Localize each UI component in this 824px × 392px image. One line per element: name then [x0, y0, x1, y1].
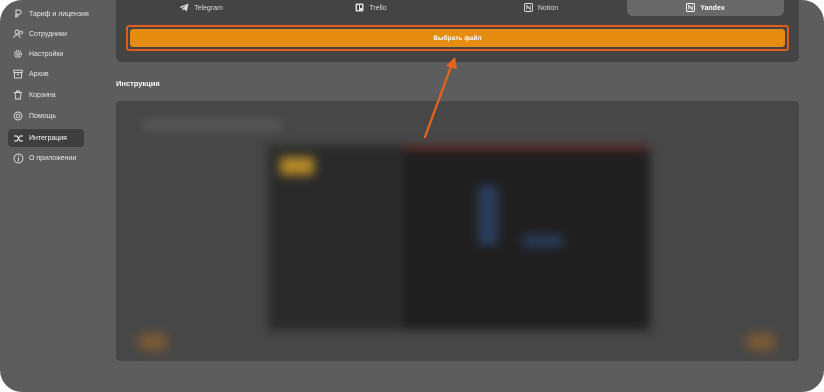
file-button-highlight: Выбрать файл: [126, 25, 789, 51]
sidebar-item-label: Архив: [29, 70, 49, 78]
sidebar: Тариф и лицензия Сотрудники Настройки Ар…: [4, 0, 89, 392]
sidebar-item-label: Настройки: [29, 50, 64, 58]
coin-icon: [12, 8, 24, 20]
tab-label: Trello: [369, 4, 387, 12]
gear-icon: [12, 48, 24, 60]
telegram-icon: [179, 3, 189, 14]
sidebar-item-tariff[interactable]: Тариф и лицензия: [8, 5, 89, 23]
tab-label: Yandex: [700, 4, 725, 12]
choose-file-button[interactable]: Выбрать файл: [130, 29, 785, 47]
notion-icon: [523, 2, 533, 14]
trello-icon: [355, 3, 364, 14]
app-window: Тариф и лицензия Сотрудники Настройки Ар…: [0, 0, 824, 392]
trash-icon: [12, 89, 24, 101]
integration-card: Telegram Trello Notion Yandex Выбрать фа…: [116, 0, 799, 62]
archive-icon: [12, 68, 24, 80]
sidebar-item-label: Помощь: [29, 112, 57, 120]
tab-label: Telegram: [194, 4, 223, 12]
tab-telegram[interactable]: Telegram: [116, 0, 286, 16]
sidebar-item-label: Сотрудники: [29, 30, 67, 38]
sidebar-item-label: О приложении: [29, 154, 77, 162]
info-icon: [12, 152, 24, 164]
tab-label: Notion: [537, 4, 559, 12]
tab-trello[interactable]: Trello: [286, 0, 456, 16]
sidebar-item-help[interactable]: Помощь: [8, 107, 84, 125]
sidebar-item-archive[interactable]: Архив: [8, 65, 84, 83]
sidebar-item-label: Интеграция: [29, 134, 67, 142]
sidebar-item-employees[interactable]: Сотрудники: [8, 25, 84, 43]
blurred-screenshot: [116, 101, 799, 361]
users-icon: [12, 28, 24, 40]
tab-yandex[interactable]: Yandex: [627, 0, 784, 16]
instruction-preview: [116, 101, 799, 361]
integration-icon: [12, 132, 24, 144]
tab-notion[interactable]: Notion: [456, 0, 626, 16]
sidebar-item-integration[interactable]: Интеграция: [8, 129, 84, 147]
sidebar-item-settings[interactable]: Настройки: [8, 45, 84, 63]
sidebar-item-trash[interactable]: Корзина: [8, 86, 84, 104]
instruction-title: Инструкция: [116, 79, 160, 88]
yandex-icon: [686, 2, 696, 14]
sidebar-item-about[interactable]: О приложении: [8, 149, 84, 167]
sidebar-item-label: Тариф и лицензия: [29, 10, 89, 18]
sidebar-item-label: Корзина: [29, 91, 56, 99]
lifebuoy-icon: [12, 110, 24, 122]
